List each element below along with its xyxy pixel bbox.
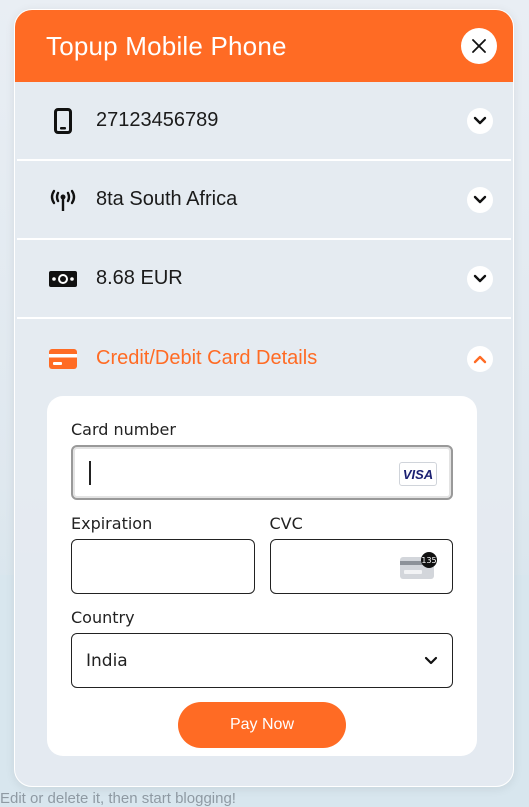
cvc-card-icon: 135 bbox=[400, 552, 438, 585]
antenna-icon bbox=[48, 185, 78, 215]
expand-phone-button[interactable] bbox=[467, 107, 493, 134]
credit-card-icon bbox=[48, 344, 78, 374]
row-operator[interactable]: 8ta South Africa bbox=[17, 161, 511, 240]
text-caret bbox=[89, 460, 91, 485]
row-phone-number[interactable]: 27123456789 bbox=[17, 82, 511, 161]
cvc-label: CVC bbox=[269, 514, 303, 533]
phone-number-text: 27123456789 bbox=[96, 109, 219, 131]
modal-header: Topup Mobile Phone bbox=[15, 10, 513, 82]
modal-title: Topup Mobile Phone bbox=[46, 30, 287, 61]
mobile-phone-icon bbox=[48, 106, 78, 136]
close-icon bbox=[472, 39, 486, 53]
cvc-icon-digits: 135 bbox=[421, 556, 436, 565]
operator-text: 8ta South Africa bbox=[96, 188, 238, 210]
card-number-input[interactable]: VISA bbox=[71, 445, 453, 500]
country-label: Country bbox=[71, 608, 135, 627]
country-select[interactable]: India bbox=[71, 633, 453, 688]
expand-operator-button[interactable] bbox=[467, 186, 493, 213]
expiration-input[interactable] bbox=[71, 539, 255, 594]
money-icon bbox=[48, 264, 78, 294]
card-details-text: Credit/Debit Card Details bbox=[96, 347, 318, 369]
row-amount[interactable]: 8.68 EUR bbox=[17, 240, 511, 319]
collapse-card-details-button[interactable] bbox=[467, 345, 493, 372]
card-number-label: Card number bbox=[71, 420, 176, 439]
visa-icon: VISA bbox=[399, 462, 437, 486]
chevron-down-icon bbox=[473, 274, 487, 282]
close-button[interactable] bbox=[461, 28, 497, 64]
chevron-down-icon bbox=[473, 116, 487, 124]
card-form: Card number VISA Expiration CVC 135 Coun… bbox=[47, 396, 477, 756]
pay-now-button[interactable]: Pay Now bbox=[178, 702, 346, 748]
chevron-up-icon bbox=[473, 355, 487, 363]
country-value: India bbox=[86, 650, 128, 671]
amount-text: 8.68 EUR bbox=[96, 267, 183, 289]
background-text: Edit or delete it, then start blogging! bbox=[0, 790, 236, 807]
chevron-down-icon bbox=[473, 195, 487, 203]
expiration-label: Expiration bbox=[71, 514, 153, 533]
topup-modal: Topup Mobile Phone 27123456789 8ta South… bbox=[14, 9, 514, 787]
row-card-details[interactable]: Credit/Debit Card Details bbox=[17, 319, 511, 398]
expand-amount-button[interactable] bbox=[467, 265, 493, 292]
cvc-input[interactable]: 135 bbox=[269, 539, 453, 594]
chevron-down-icon bbox=[424, 656, 438, 664]
